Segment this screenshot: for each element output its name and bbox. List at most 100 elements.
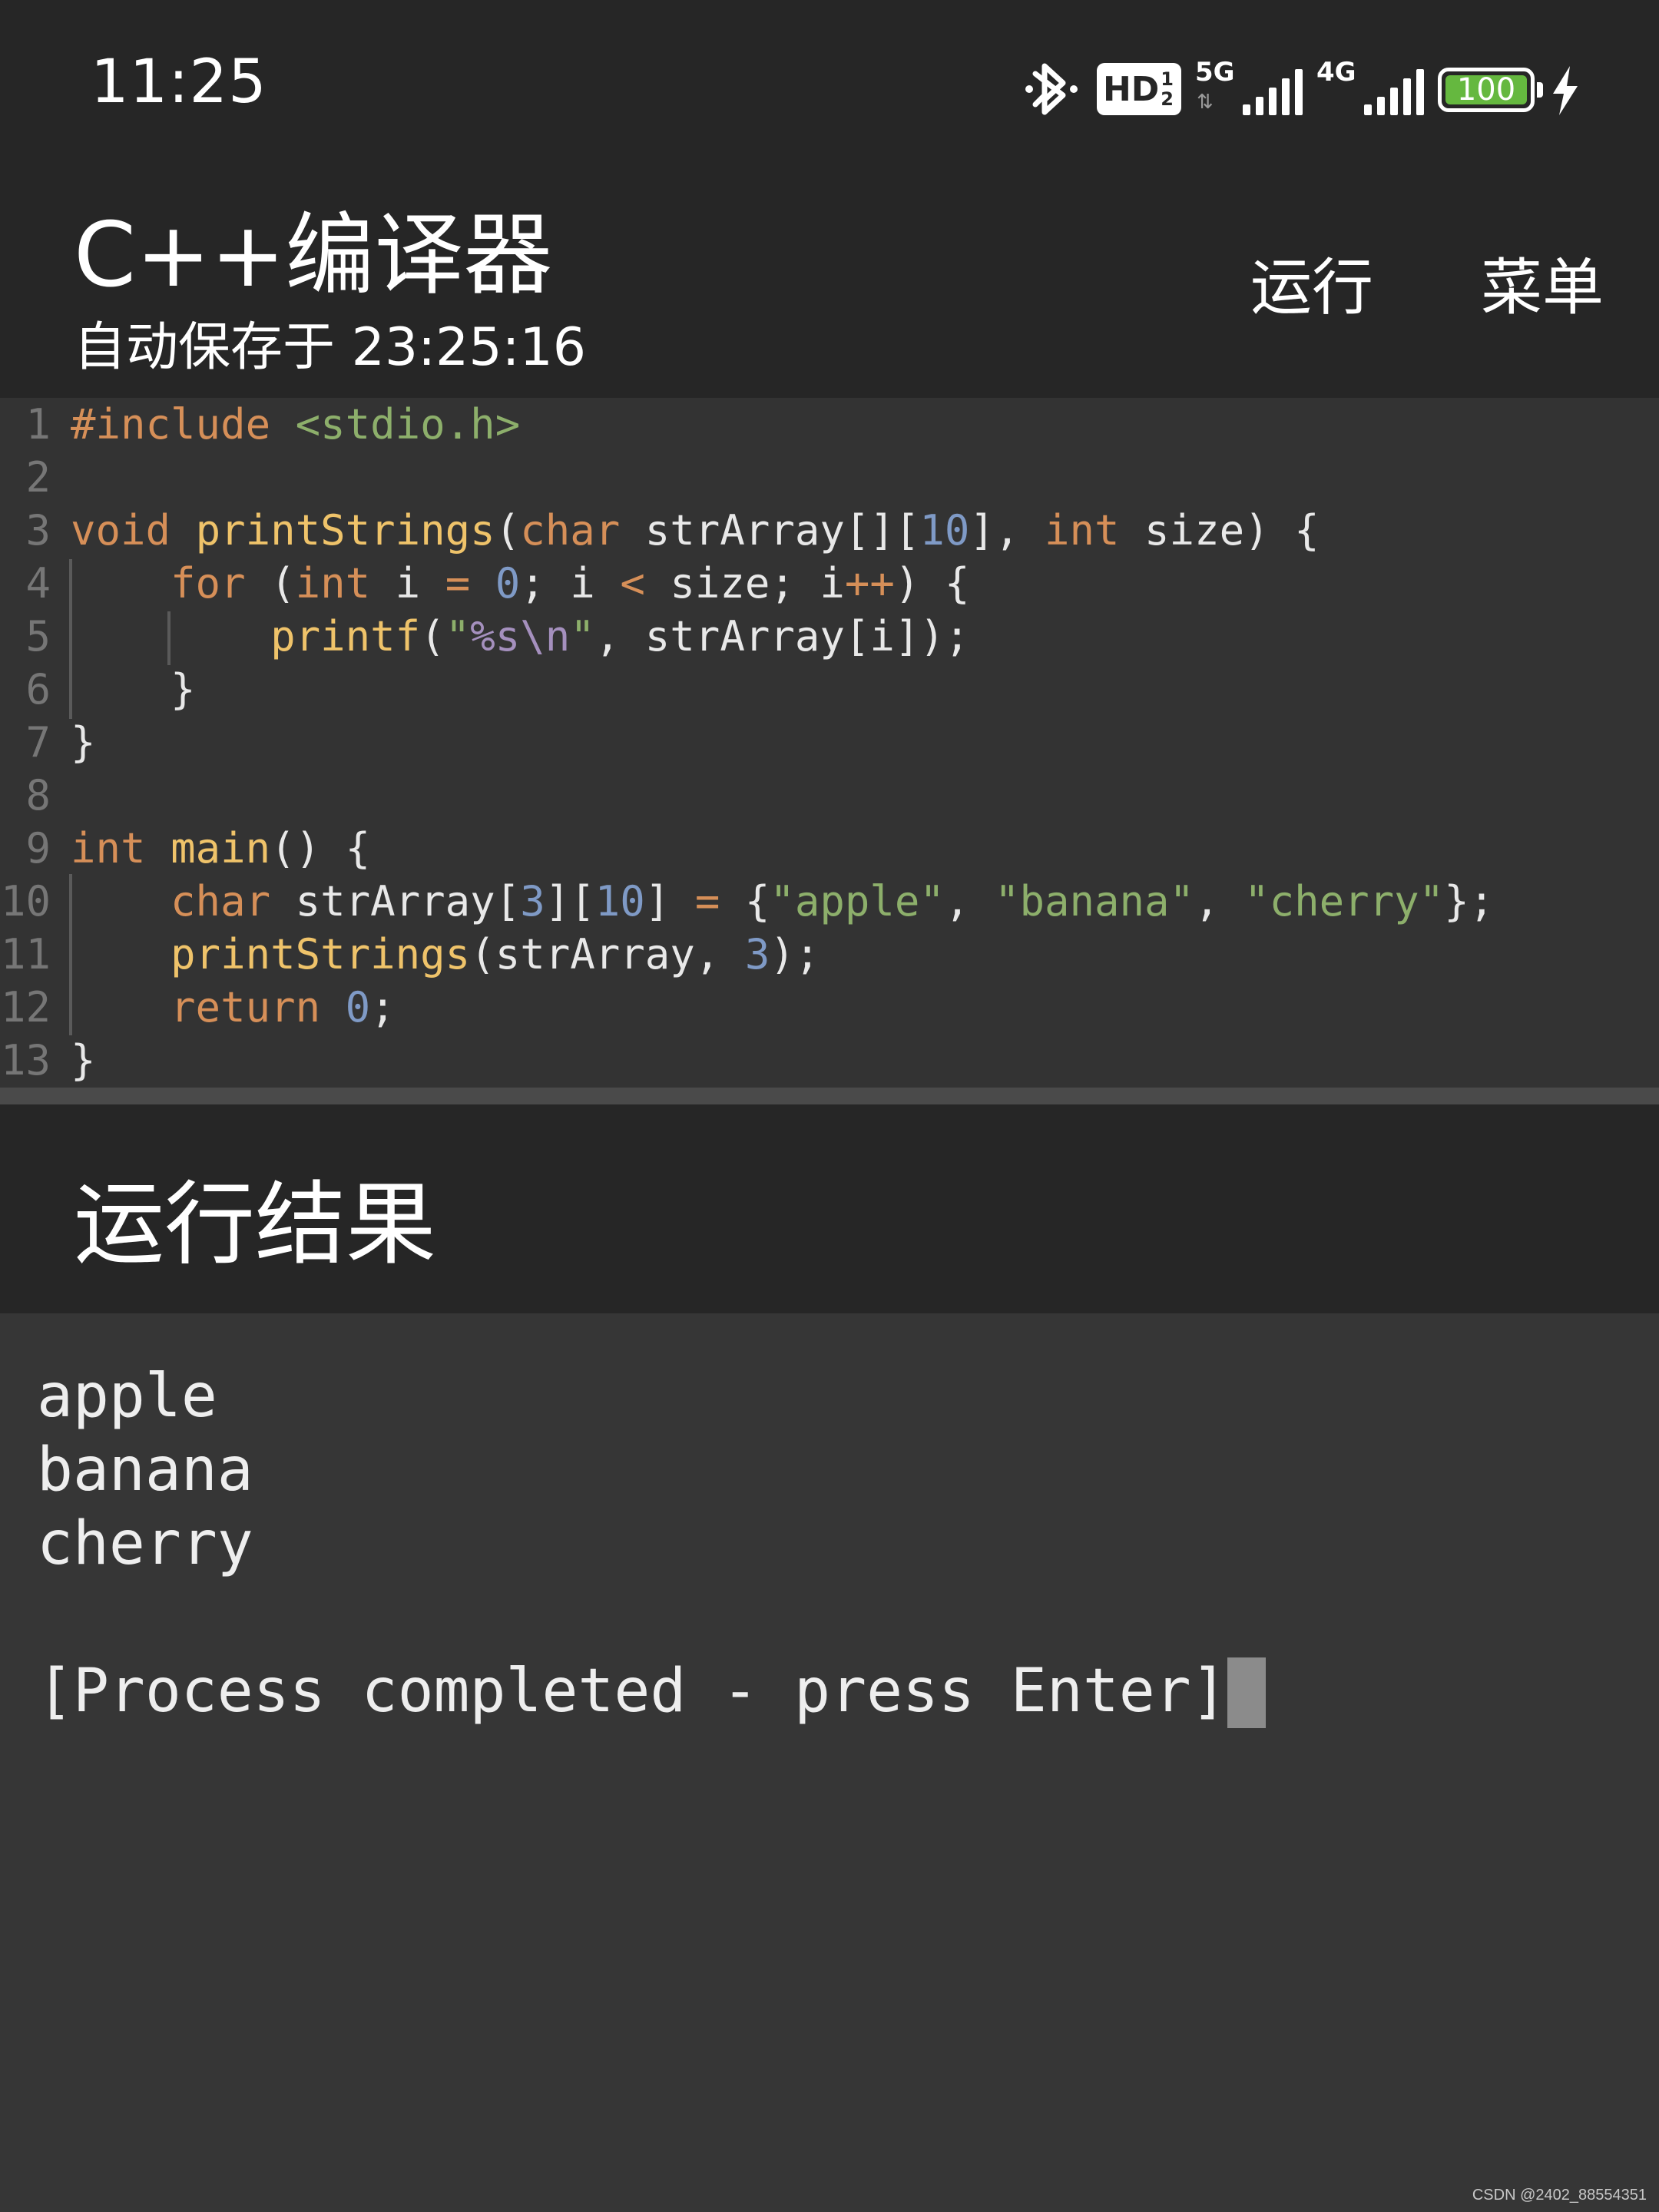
code-text: } [71,1034,96,1087]
line-number: 6 [25,665,51,714]
token: { [720,877,770,926]
signal-4g-icon: 4G [1316,57,1424,121]
token-string: " [570,612,595,661]
signal-bars [1364,69,1424,115]
token-number: 10 [919,506,970,555]
code-text: void printStrings(char strArray[][10], i… [71,504,1320,557]
output-line: banana [37,1435,253,1505]
token: ) { [894,559,970,608]
output-line: apple [37,1362,217,1431]
editor-divider[interactable] [0,1088,1659,1104]
token: ); [770,930,820,979]
token: strArray[][ [620,506,920,555]
code-text: return 0; [71,981,396,1034]
token-function: printStrings [171,930,471,979]
terminal-output[interactable]: apple banana cherry [Process completed -… [0,1313,1659,2212]
code-text: printStrings(strArray, 3); [71,928,820,981]
line-number: 8 [25,771,51,820]
app-title: C++编译器 [74,204,553,307]
hd-fraction-top: 1 [1161,68,1174,90]
token-keyword: int [71,824,146,873]
token-string: " [445,612,471,661]
token-number: 3 [520,877,545,926]
data-arrows-icon: ⇅ [1197,91,1214,114]
token: } [71,1036,96,1084]
token-number: 10 [594,877,645,926]
token: }; [1444,877,1495,926]
token-function: main [171,824,271,873]
token: i [370,559,445,608]
line-number: 3 [25,506,51,555]
signal-bars [1243,69,1303,115]
line-number: 1 [25,400,51,449]
token: ( [245,559,296,608]
token: (strArray, [470,930,745,979]
menu-button[interactable]: 菜单 [1481,238,1604,327]
app-bar: C++编译器 自动保存于 23:25:16 运行 菜单 [0,161,1659,398]
code-editor[interactable]: 1 #include <stdio.h> 2 3 void printStrin… [0,398,1659,1088]
code-text: int main() { [71,822,370,875]
hd-fraction: 1 2 [1161,69,1174,109]
code-line: 1 #include <stdio.h> [0,398,1659,451]
token: , [944,877,995,926]
line-number: 9 [25,824,51,873]
network-label-4g: 4G [1316,57,1356,88]
process-status-line: [Process completed - press Enter] [37,1654,1266,1728]
line-number: 11 [0,930,51,979]
result-header: 运行结果 [0,1104,1659,1313]
token: , [1194,877,1245,926]
code-line: 5 printf("%s\n", strArray[i]); [0,610,1659,663]
token: ] [644,877,695,926]
code-text: } [71,663,196,716]
token-header: <stdio.h> [295,400,521,449]
terminal-cursor [1227,1657,1266,1728]
token-format: %s\n [470,612,571,661]
token-keyword: for [171,559,246,608]
code-line: 10 char strArray[3][10] = {"apple", "ban… [0,875,1659,928]
token: ( [420,612,445,661]
token: } [71,718,96,767]
hd-fraction-bottom: 2 [1161,88,1174,110]
battery-level: 100 [1456,72,1516,108]
result-title: 运行结果 [74,1171,437,1277]
token-keyword: char [171,877,271,926]
token: strArray[ [270,877,521,926]
hd-voice-icon: HD 1 2 [1096,63,1181,115]
token-function: printStrings [195,506,495,555]
token: ; [370,983,396,1031]
code-text: } [71,716,96,769]
watermark: CSDN @2402_88554351 [1472,2187,1647,2204]
token: size) { [1119,506,1320,555]
hd-label: HD [1102,69,1160,109]
token: () { [270,824,371,873]
battery-cap [1537,82,1543,98]
token-operator: < [620,559,645,608]
token-number: 0 [495,559,521,608]
line-number: 10 [0,877,51,926]
code-line: 7 } [0,716,1659,769]
token: ( [495,506,521,555]
line-number: 7 [25,718,51,767]
token-function: printf [270,612,421,661]
run-button[interactable]: 运行 [1250,238,1373,327]
token: , strArray[i]); [594,612,970,661]
token: size; i [644,559,845,608]
token: ][ [545,877,595,926]
code-line: 8 [0,769,1659,822]
line-number: 4 [25,559,51,608]
token-number: 0 [345,983,371,1031]
output-line: cherry [37,1509,253,1578]
code-line: 3 void printStrings(char strArray[][10],… [0,504,1659,557]
token: ; i [520,559,621,608]
token-string: "banana" [994,877,1195,926]
token-string: "apple" [770,877,945,926]
